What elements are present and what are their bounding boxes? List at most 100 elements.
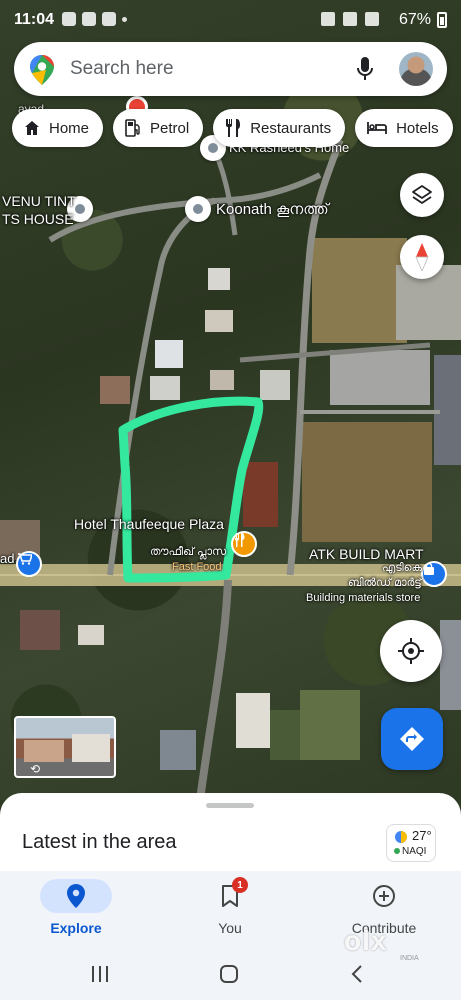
layers-icon [412, 185, 432, 204]
microphone-icon[interactable] [357, 57, 373, 85]
olx-watermark-sub: INDIA [400, 955, 419, 962]
map-label-atk[interactable]: ATK BUILD MART [309, 546, 424, 562]
tab-explore[interactable]: Explore [16, 871, 136, 951]
my-location-button[interactable] [380, 620, 442, 682]
gallery-icon [82, 12, 96, 26]
compass-button[interactable] [400, 235, 444, 279]
tab-indicator [40, 879, 112, 913]
explore-pin-icon [67, 884, 85, 908]
side-road [196, 579, 232, 800]
recent-apps-icon [92, 966, 108, 982]
tab-label: Explore [50, 920, 102, 936]
status-time: 11:04 [14, 11, 55, 28]
building-roof [260, 370, 290, 400]
restaurant-pin-icon[interactable] [231, 531, 257, 557]
google-maps-pin-icon [30, 55, 54, 89]
notification-badge: 1 [232, 877, 248, 893]
fork-knife-icon [226, 119, 241, 137]
shopping-cart-pin-icon[interactable] [16, 551, 42, 577]
battery-icon [437, 12, 447, 28]
sheet-drag-handle[interactable] [206, 803, 254, 808]
vibrate-icon [343, 12, 357, 26]
street-view-thumbnail[interactable]: ⟲ [14, 716, 116, 778]
chip-petrol[interactable]: Petrol [113, 109, 204, 147]
battery-status: 67% [399, 11, 447, 29]
field [302, 422, 432, 542]
layers-button[interactable] [400, 173, 444, 217]
tab-label: You [218, 920, 242, 936]
building-roof [440, 620, 461, 710]
street-view-building [72, 734, 110, 762]
chip-label: Petrol [150, 119, 190, 137]
chip-restaurants[interactable]: Restaurants [213, 109, 346, 147]
map-label-venu-tint[interactable]: VENU TINT [2, 193, 76, 209]
category-chips: Home Petrol Restaurants Hotels [12, 109, 453, 147]
app-notification-icon [62, 12, 76, 26]
map-label-atk-category: Building materials store [306, 592, 421, 604]
building-roof [205, 310, 233, 332]
building-roof [78, 625, 104, 645]
directions-icon [400, 727, 424, 751]
signal-icon [365, 12, 379, 26]
message-icon [102, 12, 116, 26]
map-label-atk-ml: ബിൽഡ് മാർട്ട് [348, 577, 422, 589]
street-view-rotate-icon: ⟲ [30, 762, 41, 776]
map-label: ad [0, 551, 15, 566]
bottom-navigation: Explore 1 You Contribute [0, 871, 461, 951]
map-label-koonath[interactable]: Koonath കൂനത്ത് [216, 201, 329, 218]
my-location-icon [398, 638, 424, 664]
recent-apps-button[interactable] [90, 965, 110, 987]
home-button[interactable] [219, 965, 239, 987]
status-bar: 11:04 67% [0, 0, 461, 40]
map-label-fast-food: Fast Food [172, 561, 222, 573]
home-icon [25, 121, 39, 135]
map-label-atk-ml: എടികെ [382, 562, 423, 574]
back-chevron-icon [351, 965, 362, 983]
chip-home[interactable]: Home [12, 109, 104, 147]
search-bar[interactable]: Search here [14, 42, 447, 96]
field [300, 690, 360, 760]
shopping-bag-pin-icon[interactable] [421, 561, 447, 587]
map-label-hotel[interactable]: Hotel Thaufeeque Plaza [74, 516, 224, 532]
weather-chip[interactable]: 27° NAQI [386, 824, 436, 862]
account-avatar[interactable] [399, 52, 433, 86]
building-roof [236, 693, 270, 748]
home-circle-icon [220, 965, 238, 983]
olx-watermark: olx [344, 925, 388, 956]
system-navigation-bar [0, 951, 461, 1000]
tab-indicator [194, 879, 266, 913]
building-roof [243, 462, 278, 527]
compass-icon [415, 243, 429, 271]
map-label-venu-tint[interactable]: TS HOUSE [2, 211, 74, 227]
building-roof [208, 268, 230, 290]
back-button[interactable] [350, 965, 364, 987]
search-input[interactable]: Search here [70, 58, 174, 80]
building-roof [100, 376, 130, 404]
fuel-pump-icon [125, 119, 140, 137]
air-quality-dot-icon [394, 848, 400, 854]
building-roof [160, 730, 196, 770]
place-pin-icon[interactable] [185, 196, 211, 222]
chip-label: Restaurants [250, 119, 332, 137]
map-label-hotel-ml: തൗഫീഖ് പ്ലാസ [150, 546, 227, 558]
chip-hotels[interactable]: Hotels [355, 109, 453, 147]
more-notifications-icon [122, 17, 127, 22]
weather-temp: 27° [412, 828, 432, 843]
weather-icon [395, 831, 407, 843]
chip-label: Hotels [396, 119, 439, 137]
add-circle-icon [373, 885, 395, 907]
chip-label: Home [49, 119, 90, 137]
building-roof [330, 350, 430, 405]
air-quality: NAQI [394, 846, 426, 857]
building-roof [20, 610, 60, 650]
building-roof [150, 376, 180, 400]
air-quality-label: NAQI [402, 846, 427, 857]
directions-button[interactable] [381, 708, 443, 770]
building-roof [210, 370, 234, 390]
tab-indicator [348, 879, 420, 913]
field [312, 238, 407, 343]
tab-you[interactable]: 1 You [170, 871, 290, 951]
building-roof [155, 340, 183, 368]
street-view-building [24, 740, 64, 762]
battery-percent: 67% [398, 11, 431, 28]
